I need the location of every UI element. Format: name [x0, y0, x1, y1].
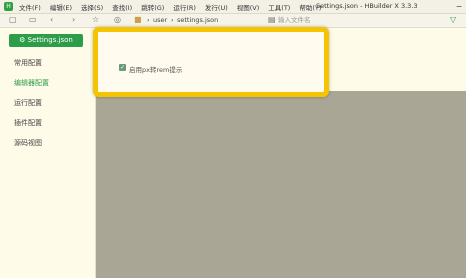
settings-json-button[interactable]: ⚙ Settings.json [9, 34, 83, 47]
menu-file[interactable]: 文件(F) [19, 2, 41, 12]
breadcrumb-separator-icon: › [171, 16, 174, 24]
menu-find[interactable]: 查找(I) [112, 2, 132, 12]
browser-icon[interactable]: ◎ [114, 15, 121, 24]
minimize-icon[interactable]: − [452, 1, 466, 12]
save-icon[interactable]: ▭ [29, 15, 37, 24]
menu-view[interactable]: 视图(V) [237, 2, 260, 12]
new-file-icon[interactable]: ▢ [9, 15, 17, 24]
toolbar: ▢ ▭ ‹ › ☆ ◎ ■ › user › settings.json ▤ 输… [0, 14, 466, 28]
settings-sidebar: ⚙ Settings.json 常用配置 编辑器配置 运行配置 插件配置 源码视… [0, 28, 96, 278]
settings-json-label: Settings.json [27, 36, 73, 44]
window-title: Settings.json - HBuilder X 3.3.3 [316, 2, 418, 10]
menu-tools[interactable]: 工具(T) [268, 2, 290, 12]
sidebar-item-plugins[interactable]: 插件配置 [14, 118, 42, 128]
sidebar-item-general[interactable]: 常用配置 [14, 58, 42, 68]
sidebar-item-editor[interactable]: 编辑器配置 [14, 78, 49, 88]
star-icon[interactable]: ☆ [92, 15, 99, 24]
forward-icon[interactable]: › [72, 15, 75, 24]
file-search-input[interactable]: 输入文件名 [278, 16, 370, 25]
breadcrumb-file[interactable]: settings.json [177, 16, 218, 24]
back-icon[interactable]: ‹ [50, 15, 53, 24]
hbuilder-logo-icon: H [4, 2, 13, 11]
filter-icon[interactable]: ▽ [450, 15, 456, 24]
sidebar-item-run[interactable]: 运行配置 [14, 98, 42, 108]
folder-icon: ■ [134, 15, 142, 24]
menu-goto[interactable]: 跳转(G) [141, 2, 164, 12]
menu-publish[interactable]: 发行(U) [205, 2, 228, 12]
breadcrumb-separator-icon: › [147, 16, 150, 24]
file-search-icon: ▤ [268, 15, 276, 24]
breadcrumb-user[interactable]: user [153, 16, 167, 24]
highlighted-setting-box: ✓ 启用px转rem提示 [93, 27, 329, 97]
px-to-rem-checkbox[interactable]: ✓ [119, 64, 126, 71]
menu-select[interactable]: 选择(S) [81, 2, 103, 12]
px-to-rem-label: 启用px转rem提示 [129, 66, 183, 74]
sidebar-item-source[interactable]: 源码视图 [14, 138, 42, 148]
gear-icon: ⚙ [19, 36, 26, 44]
menu-run[interactable]: 运行(R) [173, 2, 196, 12]
menu-edit[interactable]: 编辑(E) [50, 2, 72, 12]
dimmed-overlay [96, 91, 466, 278]
title-bar: H 文件(F) 编辑(E) 选择(S) 查找(I) 跳转(G) 运行(R) 发行… [0, 0, 466, 14]
